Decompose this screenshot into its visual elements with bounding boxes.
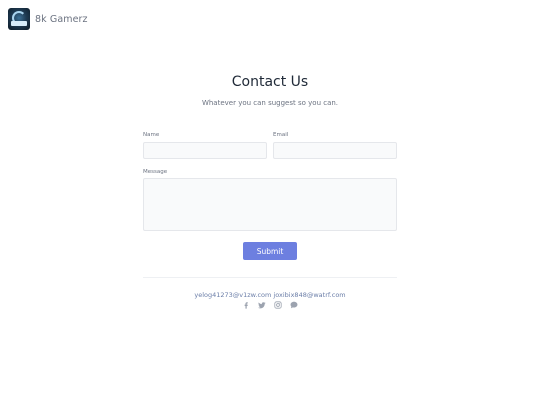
social-links xyxy=(0,300,540,310)
footer-divider xyxy=(143,277,397,278)
brand[interactable]: 8k Gamerz xyxy=(8,8,88,30)
page-subtitle: Whatever you can suggest so you can. xyxy=(201,99,339,107)
message-textarea[interactable] xyxy=(143,178,397,231)
submit-button[interactable]: Submit xyxy=(243,242,297,260)
email-label: Email xyxy=(273,132,289,138)
message-label: Message xyxy=(143,169,168,175)
chat-icon[interactable] xyxy=(289,300,299,310)
email-input[interactable] xyxy=(273,142,397,159)
contact-page: 8k Gamerz Contact Us Whatever you can su… xyxy=(0,0,540,405)
instagram-icon[interactable] xyxy=(273,300,283,310)
page-title: Contact Us xyxy=(231,74,309,90)
brand-name[interactable]: 8k Gamerz xyxy=(35,14,88,25)
name-label: Name xyxy=(143,132,160,138)
name-input[interactable] xyxy=(143,142,267,159)
facebook-icon[interactable] xyxy=(241,300,251,310)
footer-emails[interactable]: yelog41273@v1zw.com joxibix848@watrf.com xyxy=(0,291,540,299)
twitter-icon[interactable] xyxy=(257,300,267,310)
8k-gamerz-logo-icon[interactable] xyxy=(8,8,30,30)
